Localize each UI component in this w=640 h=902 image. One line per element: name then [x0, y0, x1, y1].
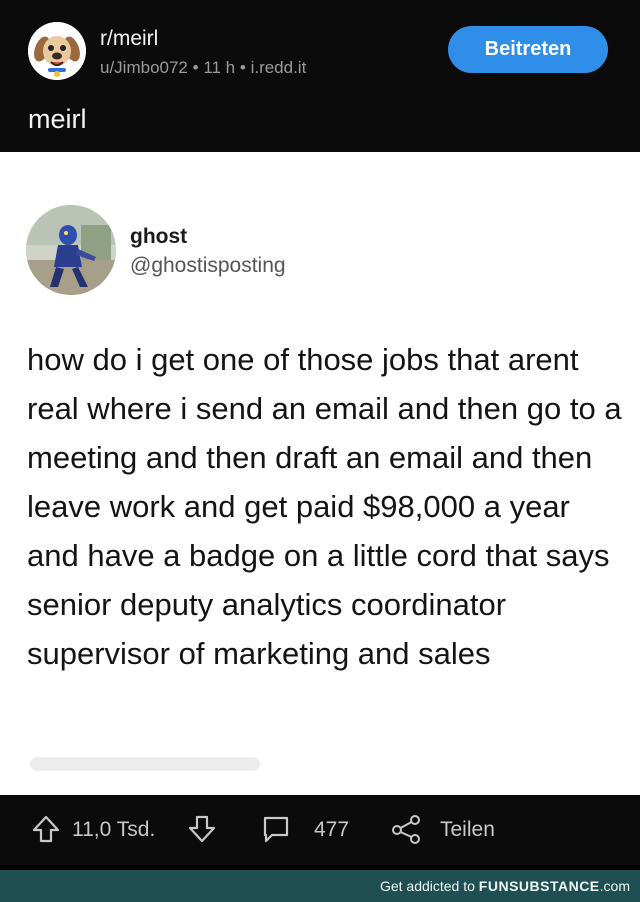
subreddit-name[interactable]: r/meirl: [100, 27, 158, 51]
join-button[interactable]: Beitreten: [448, 26, 608, 73]
tweet-avatar: [26, 205, 116, 295]
tweet-text: how do i get one of those jobs that aren…: [27, 342, 622, 671]
post-domain[interactable]: i.redd.it: [251, 58, 307, 77]
tweet-display-name: ghost: [130, 225, 188, 248]
post-header: r/meirl u/Jimbo072 • 11 h • i.redd.it Be…: [0, 0, 640, 152]
dog-mascot-icon: [28, 22, 86, 80]
share-icon[interactable]: [390, 813, 422, 845]
post-age: 11 h: [203, 58, 236, 77]
meta-separator: •: [239, 58, 251, 77]
author-name[interactable]: u/Jimbo072: [100, 58, 188, 77]
share-label[interactable]: Teilen: [440, 816, 495, 844]
post-image[interactable]: ghost @ghostisposting how do i get one o…: [0, 152, 640, 795]
post-actions-bar: 11,0 Tsd. 477 Teilen: [0, 795, 640, 865]
post-title[interactable]: meirl: [28, 104, 87, 135]
watermark-bar: Get addicted to FUNSUBSTANCE.com: [0, 870, 640, 902]
faded-text-remnant: [30, 757, 260, 771]
comment-count[interactable]: 477: [314, 816, 349, 844]
vote-count: 11,0 Tsd.: [72, 818, 156, 841]
watermark-prefix: Get addicted to: [379, 878, 479, 894]
watermark-suffix: .com: [599, 878, 630, 894]
meta-separator: •: [192, 58, 204, 77]
watermark-brand[interactable]: FUNSUBSTANCE: [479, 878, 600, 894]
tweet-handle: @ghostisposting: [130, 254, 286, 277]
downvote-icon[interactable]: [186, 813, 218, 845]
comment-icon[interactable]: [260, 813, 292, 845]
robot-figure-icon: [26, 205, 116, 295]
subreddit-avatar[interactable]: [28, 22, 86, 80]
upvote-icon[interactable]: [30, 813, 62, 845]
watermark-text: Get addicted to FUNSUBSTANCE.com: [380, 878, 630, 894]
post-meta: u/Jimbo072 • 11 h • i.redd.it: [100, 58, 306, 78]
